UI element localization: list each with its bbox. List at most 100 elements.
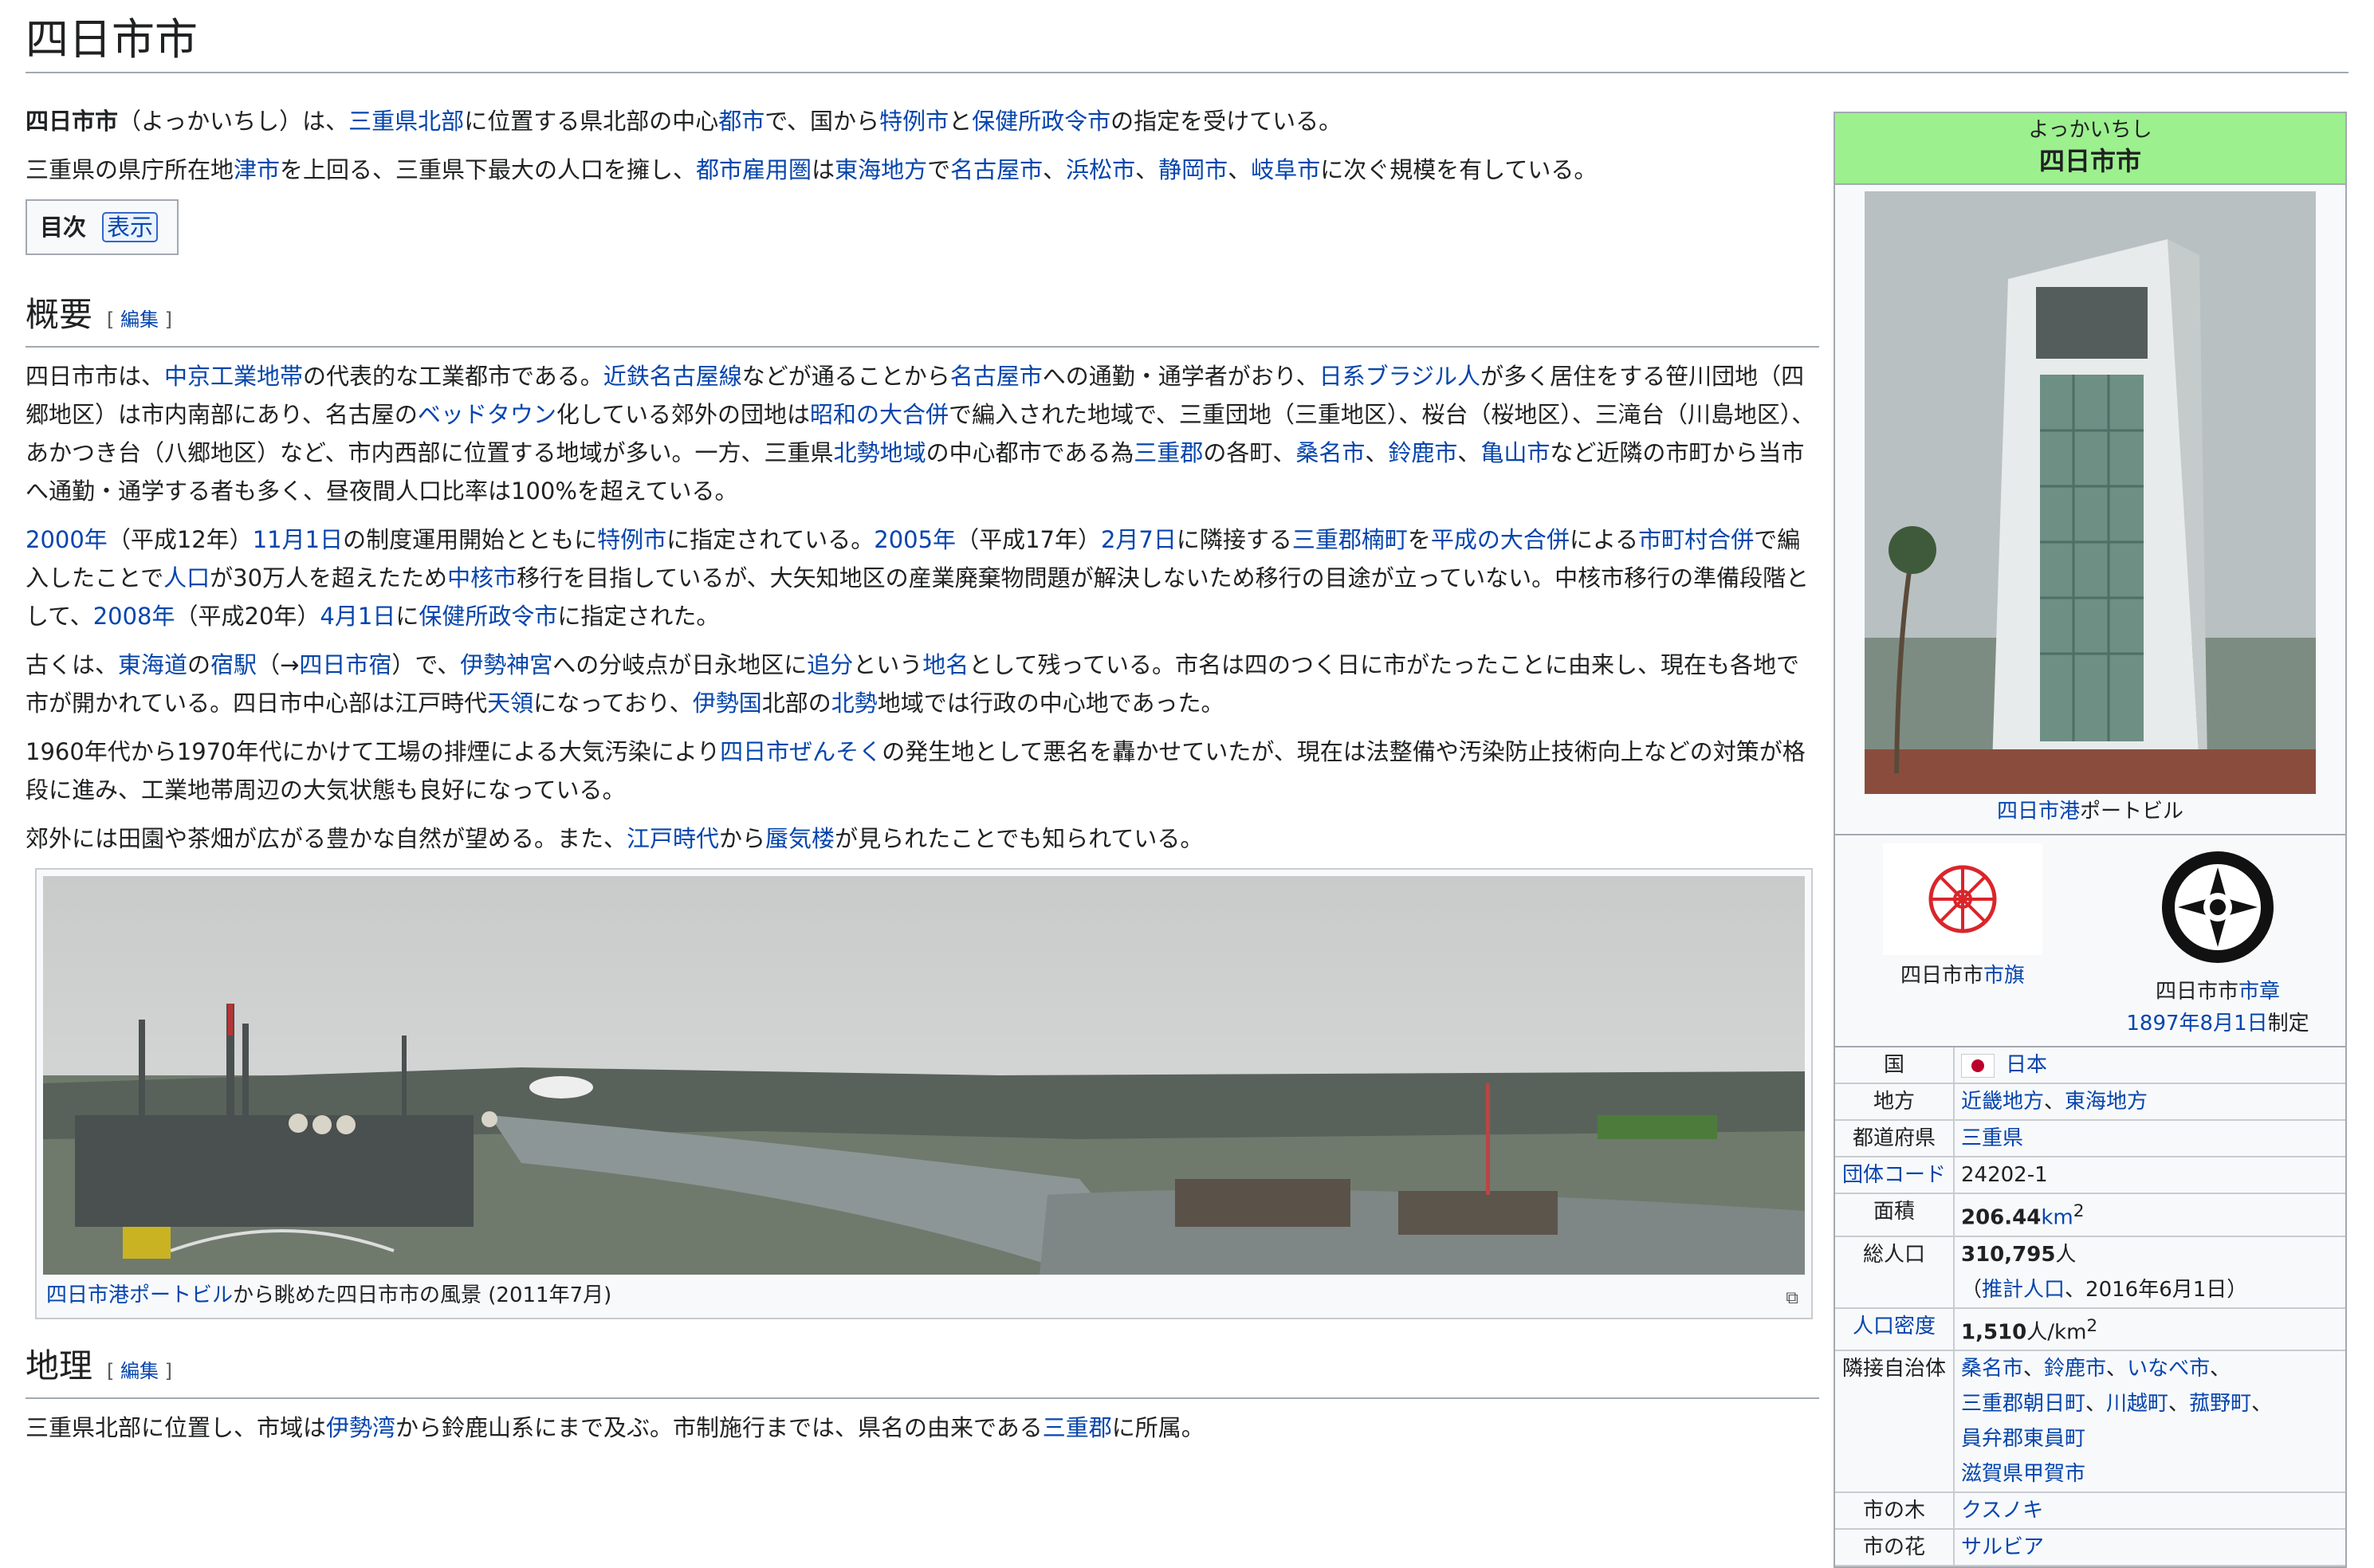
link-brazilian[interactable]: 日系ブラジル人 bbox=[1319, 363, 1480, 390]
link-suikei[interactable]: 推計人口 bbox=[1982, 1278, 2065, 1302]
link-apr1[interactable]: 4月1日 bbox=[320, 603, 395, 630]
link-kintetsu[interactable]: 近鉄名古屋線 bbox=[603, 363, 742, 390]
link-inabe[interactable]: いなべ市 bbox=[2127, 1357, 2210, 1381]
link-chukyo[interactable]: 中京工業地帯 bbox=[164, 363, 303, 390]
link-kusu[interactable]: 三重郡楠町 bbox=[1292, 526, 1408, 553]
link-showa-merger[interactable]: 昭和の大合併 bbox=[810, 401, 949, 428]
link-ise-bay[interactable]: 伊勢湾 bbox=[326, 1414, 395, 1441]
link-tokai[interactable]: 東海地方 bbox=[2065, 1090, 2148, 1114]
text: 三重県北部に位置し、市域は bbox=[26, 1414, 327, 1441]
link-aug1[interactable]: 8月1日 bbox=[2200, 1012, 2268, 1036]
link-chimei[interactable]: 地名 bbox=[922, 651, 969, 678]
link-km[interactable]: km bbox=[2041, 1206, 2073, 1230]
edit-link[interactable]: 編集 bbox=[120, 1360, 159, 1382]
link-hokusei[interactable]: 北勢地域 bbox=[834, 439, 926, 466]
link-kinki[interactable]: 近畿地方 bbox=[1961, 1090, 2044, 1114]
text: になっており、 bbox=[533, 690, 693, 717]
link-asahi[interactable]: 三重郡朝日町 bbox=[1961, 1392, 2085, 1416]
link-tokureishi[interactable]: 特例市 bbox=[879, 108, 949, 135]
row-label: 隣接自治体 bbox=[1835, 1350, 1955, 1494]
link-hokubu[interactable]: 北部 bbox=[418, 108, 464, 135]
link-hokusei[interactable]: 北勢 bbox=[831, 690, 878, 717]
link-kawagoe[interactable]: 川越町 bbox=[2106, 1392, 2168, 1416]
toc-toggle-link[interactable]: 表示 bbox=[102, 212, 159, 242]
link-komono[interactable]: 菰野町 bbox=[2189, 1392, 2251, 1416]
link-2005[interactable]: 2005年 bbox=[874, 526, 956, 553]
text: 化している郊外の団地は bbox=[556, 401, 810, 428]
port-building-photo[interactable] bbox=[1865, 191, 2316, 794]
link-hokenjo[interactable]: 保健所政令市 bbox=[419, 603, 557, 630]
link-city-emblem[interactable]: 市章 bbox=[2238, 980, 2280, 1004]
link-gifu[interactable]: 岐阜市 bbox=[1251, 156, 1320, 183]
link-tokaido[interactable]: 東海道 bbox=[118, 651, 187, 678]
text: 人 bbox=[2055, 1242, 2077, 1267]
link-nagoya[interactable]: 名古屋市 bbox=[950, 156, 1043, 183]
link-zensoku[interactable]: 四日市ぜんそく bbox=[720, 738, 882, 765]
link-japan[interactable]: 日本 bbox=[2006, 1053, 2047, 1077]
link-tenryo[interactable]: 天領 bbox=[487, 690, 533, 717]
link-dantai-code[interactable]: 団体コード bbox=[1842, 1163, 1946, 1187]
overview-paragraph-5: 郊外には田園や茶畑が広がる豊かな自然が望める。また、江戸時代から蜃気楼が見られた… bbox=[26, 819, 1819, 858]
edit-link[interactable]: 編集 bbox=[120, 308, 159, 331]
link-bedtown[interactable]: ベッドタウン bbox=[418, 401, 556, 428]
link-hokenjo[interactable]: 保健所政令市 bbox=[972, 108, 1110, 135]
link-toshi[interactable]: 都市 bbox=[718, 108, 764, 135]
link-tsu[interactable]: 津市 bbox=[234, 156, 280, 183]
link-koka[interactable]: 滋賀県甲賀市 bbox=[1961, 1462, 2085, 1486]
overview-paragraph-2: 2000年（平成12年）11月1日の制度運用開始とともに特例市に指定されている。… bbox=[26, 521, 1819, 635]
link-kusunoki[interactable]: クスノキ bbox=[1961, 1499, 2043, 1523]
link-edo[interactable]: 江戸時代 bbox=[627, 825, 719, 852]
link-kuwana[interactable]: 桑名市 bbox=[1295, 439, 1365, 466]
link-shinkiro[interactable]: 蜃気楼 bbox=[765, 825, 835, 852]
link-yokkaichi-juku[interactable]: 四日市宿 bbox=[299, 651, 391, 678]
row-label: 団体コード bbox=[1835, 1157, 1955, 1194]
link-1897[interactable]: 1897年 bbox=[2126, 1012, 2199, 1036]
link-nov1[interactable]: 11月1日 bbox=[253, 526, 343, 553]
link-kuwana[interactable]: 桑名市 bbox=[1961, 1357, 2023, 1381]
link-ise-jingu[interactable]: 伊勢神宮 bbox=[460, 651, 552, 678]
link-mie[interactable]: 三重県 bbox=[348, 108, 418, 135]
link-shizuoka[interactable]: 静岡市 bbox=[1158, 156, 1228, 183]
link-2000[interactable]: 2000年 bbox=[26, 526, 108, 553]
row-value: 日本 bbox=[1954, 1047, 2345, 1084]
link-suzuka[interactable]: 鈴鹿市 bbox=[2044, 1357, 2106, 1381]
link-2008[interactable]: 2008年 bbox=[93, 603, 175, 630]
enlarge-icon[interactable]: ⧉ bbox=[1786, 1283, 1798, 1315]
city-flag-image[interactable] bbox=[1883, 843, 2042, 955]
japan-flag-icon bbox=[1961, 1053, 1995, 1078]
link-shukueki[interactable]: 宿駅 bbox=[210, 651, 257, 678]
link-feb7[interactable]: 2月7日 bbox=[1101, 526, 1177, 553]
link-tokureishi[interactable]: 特例市 bbox=[597, 526, 666, 553]
link-density[interactable]: 人口密度 bbox=[1853, 1315, 1936, 1338]
link-mie[interactable]: 三重県 bbox=[1961, 1126, 2023, 1150]
link-heisei-merger[interactable]: 平成の大合併 bbox=[1431, 526, 1570, 553]
link-ise-province[interactable]: 伊勢国 bbox=[693, 690, 762, 717]
link-salvia[interactable]: サルビア bbox=[1961, 1535, 2044, 1559]
link-chukakushi[interactable]: 中核市 bbox=[447, 564, 517, 591]
city-emblem-image[interactable] bbox=[2154, 843, 2282, 971]
link-nagoya[interactable]: 名古屋市 bbox=[950, 363, 1043, 390]
text: への分岐点が日永地区に bbox=[552, 651, 808, 678]
link-toin[interactable]: 員弁郡東員町 bbox=[1961, 1427, 2085, 1451]
link-population[interactable]: 人口 bbox=[163, 564, 210, 591]
intro-bold-name: 四日市市 bbox=[26, 108, 119, 135]
link-city-flag[interactable]: 市旗 bbox=[1983, 964, 2025, 988]
link-tokai[interactable]: 東海地方 bbox=[835, 156, 927, 183]
link-port[interactable]: 四日市港 bbox=[1997, 800, 2080, 823]
link-hamamatsu[interactable]: 浜松市 bbox=[1066, 156, 1135, 183]
panorama-caption: 四日市港ポートビルから眺めた四日市市の風景 (2011年7月) ⧉ bbox=[43, 1275, 1805, 1311]
link-koyouken[interactable]: 都市雇用圏 bbox=[696, 156, 812, 183]
link-suzuka[interactable]: 鈴鹿市 bbox=[1388, 439, 1457, 466]
link-port-building[interactable]: 四日市港ポートビル bbox=[46, 1283, 233, 1307]
link-oiwake[interactable]: 追分 bbox=[807, 651, 853, 678]
link-municipal-merger[interactable]: 市町村合併 bbox=[1638, 526, 1754, 553]
text: の各町、 bbox=[1203, 439, 1296, 466]
link-kameyama[interactable]: 亀山市 bbox=[1480, 439, 1550, 466]
text: 、 bbox=[2044, 1090, 2065, 1114]
text: 三重県の県庁所在地 bbox=[26, 156, 234, 183]
link-mie-gun[interactable]: 三重郡 bbox=[1043, 1414, 1112, 1441]
text: （平成20年） bbox=[175, 603, 320, 630]
text: などが通ることから bbox=[741, 363, 950, 390]
panorama-image[interactable] bbox=[43, 876, 1805, 1275]
link-mie-gun[interactable]: 三重郡 bbox=[1134, 439, 1203, 466]
